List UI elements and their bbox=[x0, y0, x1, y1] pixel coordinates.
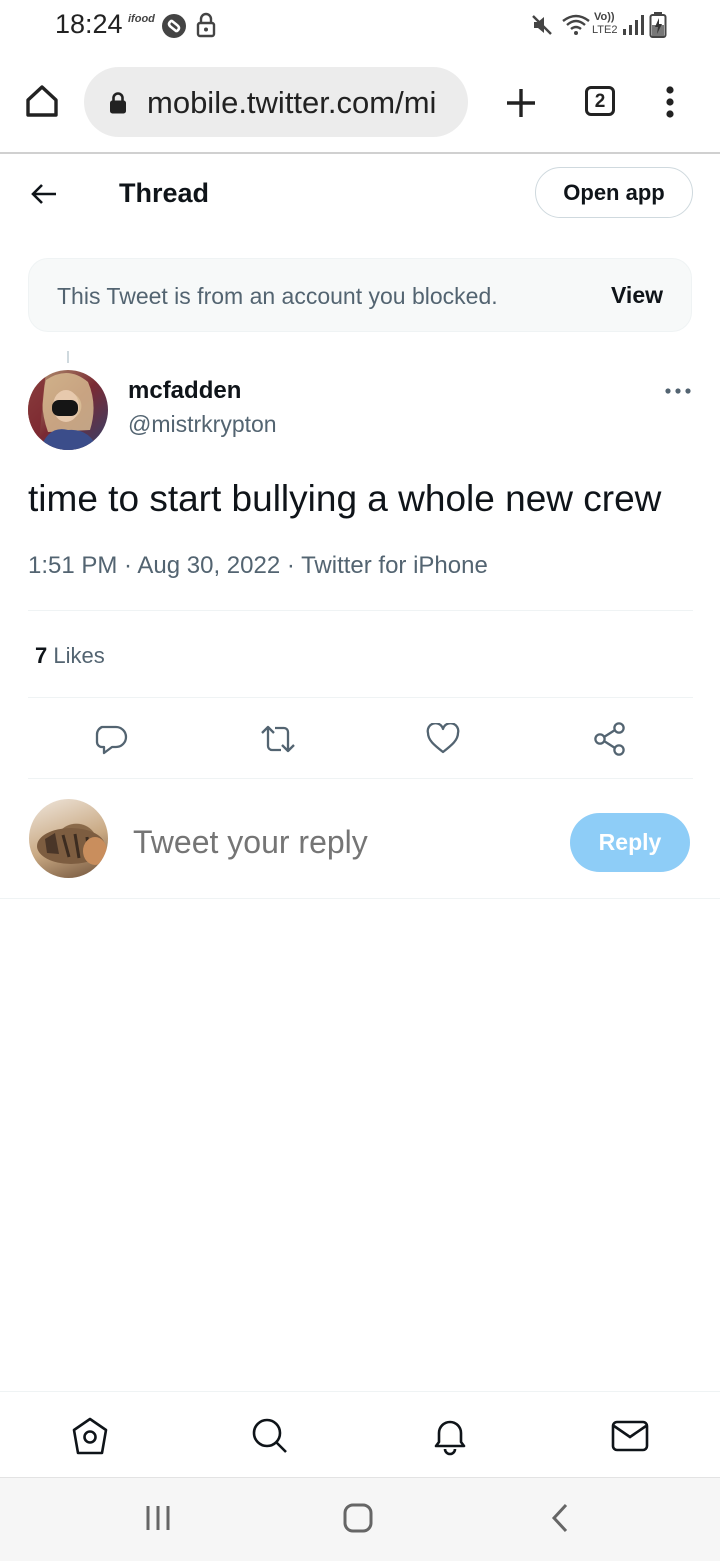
search-icon[interactable] bbox=[251, 1417, 289, 1455]
tweet-text: time to start bullying a whole new crew bbox=[28, 478, 662, 519]
recent-apps-icon[interactable] bbox=[145, 1504, 171, 1532]
view-blocked-button[interactable]: View bbox=[611, 282, 663, 309]
tweet-meta: 1:51 PM · Aug 30, 2022 · Twitter for iPh… bbox=[28, 552, 488, 579]
url-text[interactable]: mobile.twitter.com/mi bbox=[147, 85, 462, 121]
tabs-icon[interactable]: 2 bbox=[585, 86, 615, 116]
lock-icon bbox=[110, 92, 126, 114]
open-app-button[interactable]: Open app bbox=[535, 167, 693, 218]
thread-connector bbox=[67, 351, 69, 363]
menu-icon[interactable] bbox=[664, 85, 676, 119]
avatar[interactable] bbox=[28, 370, 108, 450]
author-handle[interactable]: @mistrkrypton bbox=[128, 411, 277, 438]
status-bar: 18:24 ifood Vo)) LTE2 bbox=[0, 0, 720, 52]
shazam-icon bbox=[162, 14, 186, 38]
home-icon[interactable] bbox=[24, 83, 60, 119]
signal-icon bbox=[623, 15, 644, 35]
likes-number: 7 bbox=[35, 643, 48, 668]
new-tab-icon[interactable] bbox=[505, 87, 537, 119]
more-options-icon[interactable] bbox=[665, 387, 691, 395]
url-bar[interactable]: mobile.twitter.com/mi bbox=[84, 67, 468, 137]
page-title: Thread bbox=[119, 178, 210, 208]
home-icon[interactable] bbox=[71, 1416, 109, 1456]
ifood-icon: ifood bbox=[128, 13, 155, 25]
wifi-icon bbox=[562, 14, 590, 35]
blocked-notice-text: This Tweet is from an account you blocke… bbox=[57, 283, 498, 309]
back-arrow-icon[interactable] bbox=[30, 180, 58, 208]
system-nav-bar bbox=[0, 1477, 720, 1561]
reply-input[interactable] bbox=[131, 823, 555, 862]
lte-label: LTE2 bbox=[592, 24, 618, 36]
divider bbox=[28, 778, 693, 779]
notifications-icon[interactable] bbox=[431, 1416, 469, 1456]
reply-icon[interactable] bbox=[94, 722, 128, 756]
lock-icon bbox=[196, 12, 216, 38]
blocked-tweet-banner: This Tweet is from an account you blocke… bbox=[28, 258, 692, 332]
back-icon[interactable] bbox=[550, 1503, 570, 1533]
mute-icon bbox=[532, 15, 552, 35]
share-icon[interactable] bbox=[593, 721, 627, 757]
likes-label: Likes bbox=[53, 643, 105, 668]
volte-label: Vo)) bbox=[594, 11, 615, 23]
browser-toolbar: mobile.twitter.com/mi 2 bbox=[0, 52, 720, 154]
divider bbox=[28, 697, 693, 698]
home-button-icon[interactable] bbox=[343, 1503, 373, 1533]
messages-icon[interactable] bbox=[611, 1419, 649, 1453]
avatar[interactable] bbox=[29, 799, 108, 878]
divider bbox=[0, 898, 720, 899]
bottom-nav bbox=[0, 1391, 720, 1478]
reply-button[interactable]: Reply bbox=[570, 813, 690, 872]
likes-count[interactable]: 7 Likes bbox=[35, 643, 105, 669]
divider bbox=[28, 610, 693, 611]
status-clock: 18:24 bbox=[55, 9, 123, 39]
battery-icon bbox=[649, 12, 667, 38]
author-name[interactable]: mcfadden bbox=[128, 377, 241, 405]
retweet-icon[interactable] bbox=[259, 722, 297, 756]
like-icon[interactable] bbox=[426, 723, 460, 755]
